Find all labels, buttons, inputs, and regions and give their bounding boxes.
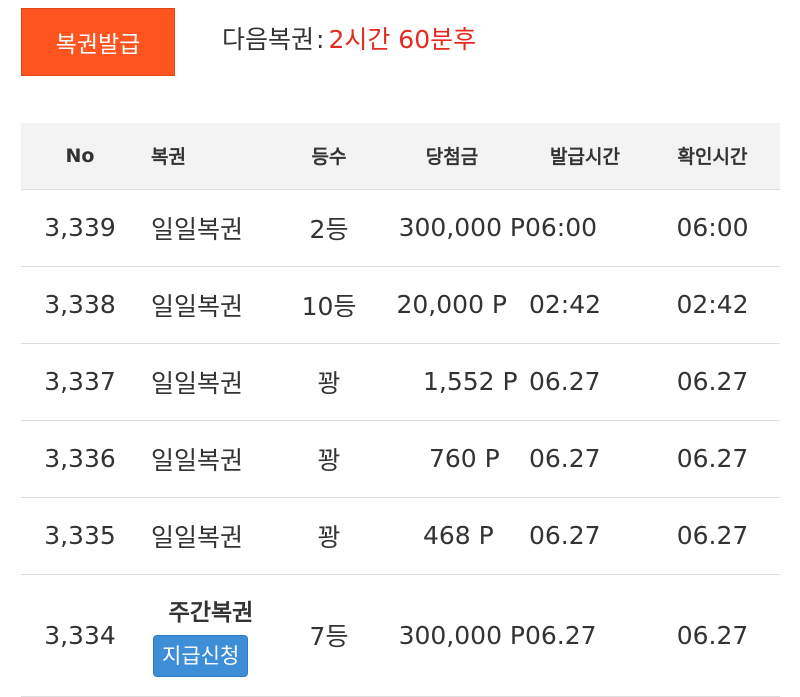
cell-no: 3,335 bbox=[21, 497, 139, 575]
cell-no: 3,334 bbox=[21, 574, 139, 697]
cell-checked-time: 06:00 bbox=[645, 189, 780, 267]
column-header-no: No bbox=[21, 123, 139, 190]
cell-lottery-name: 일일복권 bbox=[139, 343, 279, 421]
cell-rank: 꽝 bbox=[279, 497, 379, 575]
column-header-issued-time: 발급시간 bbox=[525, 123, 645, 190]
cell-rank: 10등 bbox=[279, 266, 379, 344]
next-lottery-info: 다음복권: 2시간 60분후 bbox=[222, 20, 476, 60]
cell-lottery-name: 주간복권 bbox=[168, 600, 254, 626]
cell-prize: 300,000 P bbox=[379, 189, 525, 267]
cell-lottery-name: 일일복권 bbox=[139, 497, 279, 575]
cell-checked-time: 06.27 bbox=[645, 497, 780, 575]
table-row: 3,338 일일복권 10등 20,000 P 02:42 02:42 bbox=[21, 266, 780, 344]
claim-prize-button[interactable]: 지급신청 bbox=[153, 635, 249, 677]
next-lottery-label: 다음복권 bbox=[222, 25, 315, 54]
lottery-history-table: No 복권 등수 당첨금 발급시간 확인시간 3,339 일일복권 2등 300… bbox=[21, 123, 780, 697]
cell-lottery-name-with-claim: 주간복권 지급신청 bbox=[139, 574, 279, 697]
column-header-lottery: 복권 bbox=[139, 123, 279, 190]
cell-no: 3,338 bbox=[21, 266, 139, 344]
cell-issued-time: 06.27 bbox=[525, 574, 645, 697]
cell-rank: 꽝 bbox=[279, 343, 379, 421]
column-header-rank: 등수 bbox=[279, 123, 379, 190]
cell-prize: 300,000 P bbox=[379, 574, 525, 697]
cell-lottery-name: 일일복권 bbox=[139, 189, 279, 267]
cell-lottery-name: 일일복권 bbox=[139, 266, 279, 344]
table-row: 3,335 일일복권 꽝 468 P 06.27 06.27 bbox=[21, 497, 780, 575]
cell-issued-time: 06.27 bbox=[525, 497, 645, 575]
cell-no: 3,339 bbox=[21, 189, 139, 267]
cell-lottery-name: 일일복권 bbox=[139, 420, 279, 498]
table-row: 3,334 주간복권 지급신청 7등 300,000 P 06.27 06.27 bbox=[21, 574, 780, 697]
table-row: 3,336 일일복권 꽝 760 P 06.27 06.27 bbox=[21, 420, 780, 498]
column-header-checked-time: 확인시간 bbox=[645, 123, 780, 190]
cell-issued-time: 06:00 bbox=[525, 189, 645, 267]
column-header-prize: 당첨금 bbox=[379, 123, 525, 190]
table-row: 3,339 일일복권 2등 300,000 P 06:00 06:00 bbox=[21, 189, 780, 267]
cell-prize: 20,000 P bbox=[379, 266, 525, 344]
cell-no: 3,336 bbox=[21, 420, 139, 498]
next-lottery-time: 2시간 60분후 bbox=[328, 25, 477, 54]
cell-prize: 760 P bbox=[379, 420, 525, 498]
top-bar: 복권발급 다음복권: 2시간 60분후 bbox=[0, 0, 800, 100]
cell-checked-time: 06.27 bbox=[645, 574, 780, 697]
table-row: 3,337 일일복권 꽝 1,552 P 06.27 06.27 bbox=[21, 343, 780, 421]
cell-rank: 7등 bbox=[279, 574, 379, 697]
table-header-row: No 복권 등수 당첨금 발급시간 확인시간 bbox=[21, 123, 780, 190]
cell-checked-time: 06.27 bbox=[645, 343, 780, 421]
next-lottery-separator: : bbox=[316, 25, 325, 54]
cell-issued-time: 06.27 bbox=[525, 420, 645, 498]
cell-issued-time: 06.27 bbox=[525, 343, 645, 421]
cell-checked-time: 02:42 bbox=[645, 266, 780, 344]
cell-no: 3,337 bbox=[21, 343, 139, 421]
cell-issued-time: 02:42 bbox=[525, 266, 645, 344]
cell-rank: 꽝 bbox=[279, 420, 379, 498]
cell-checked-time: 06.27 bbox=[645, 420, 780, 498]
cell-prize: 1,552 P bbox=[379, 343, 525, 421]
cell-prize: 468 P bbox=[379, 497, 525, 575]
cell-rank: 2등 bbox=[279, 189, 379, 267]
issue-lottery-button[interactable]: 복권발급 bbox=[21, 8, 175, 76]
